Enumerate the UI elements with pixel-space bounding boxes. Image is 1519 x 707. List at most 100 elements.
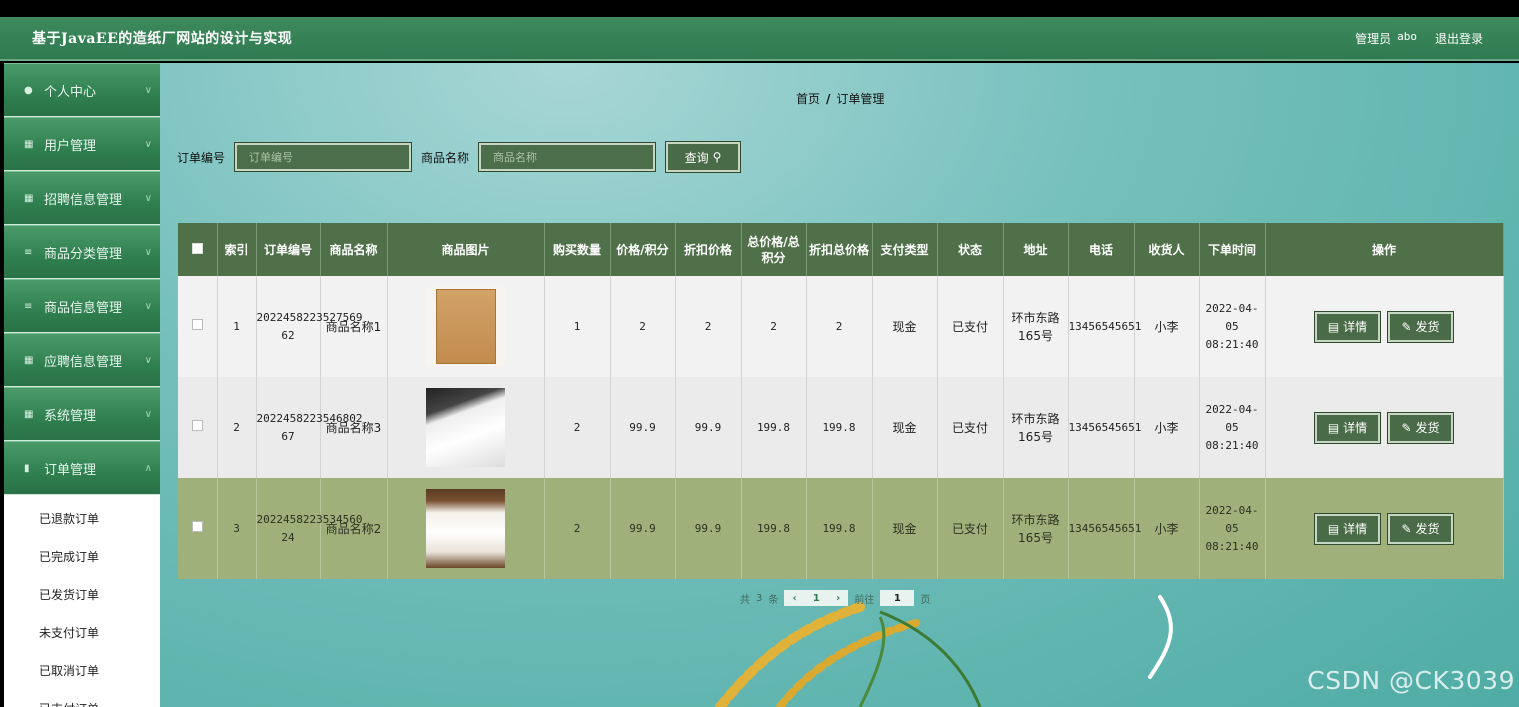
sidebar-item-label: 招聘信息管理 — [44, 192, 123, 208]
breadcrumb-home[interactable]: 首页 — [796, 92, 820, 106]
header-select-all[interactable] — [178, 223, 218, 276]
column-header: 状态 — [937, 223, 1004, 276]
pager-total-prefix: 共 — [740, 594, 750, 606]
chevron-up-icon: ∧ — [144, 462, 152, 474]
column-header: 总价格/总积分 — [741, 223, 807, 276]
column-header: 商品名称 — [320, 223, 388, 276]
product-image — [426, 287, 505, 366]
cell-price: 99.9 — [610, 478, 676, 579]
cell-time: 2022-04-05 08:21:40 — [1199, 377, 1266, 478]
row-select[interactable] — [178, 276, 218, 377]
user-role: 管理员 — [1355, 31, 1392, 46]
cell-qty: 2 — [544, 377, 611, 478]
cell-actions: ▤ 详情 ✎ 发货 — [1265, 377, 1504, 478]
cell-phone: 13456545651 — [1068, 377, 1141, 478]
pagination: 共 3 条 ‹ 1 › 前往 1 页 — [740, 590, 930, 606]
submenu-unpaid[interactable]: 未支付订单 — [4, 613, 160, 651]
checkbox[interactable] — [191, 242, 203, 254]
column-header: 索引 — [217, 223, 257, 276]
cell-pay-type: 现金 — [872, 377, 938, 478]
submenu-completed[interactable]: 已完成订单 — [4, 537, 160, 575]
cell-time: 2022-04-05 08:21:40 — [1199, 478, 1266, 579]
sidebar-item-system[interactable]: ▦ 系统管理 ∨ — [4, 387, 160, 441]
chevron-down-icon: ∨ — [144, 246, 152, 258]
cell-address: 环市东路165号 — [1003, 276, 1069, 377]
pager-goto-input[interactable]: 1 — [880, 590, 915, 606]
grid-icon: ▦ — [24, 192, 34, 204]
cell-receiver: 小李 — [1134, 276, 1200, 377]
cell-product: 商品名称3 — [320, 377, 388, 478]
chevron-down-icon: ∨ — [144, 138, 152, 150]
pager-current-page[interactable]: 1 — [813, 593, 820, 604]
detail-button[interactable]: ▤ 详情 — [1314, 310, 1381, 343]
cell-pay-type: 现金 — [872, 478, 938, 579]
chevron-down-icon: ∨ — [144, 300, 152, 312]
cell-discount: 99.9 — [675, 377, 742, 478]
next-page-icon[interactable]: › — [836, 593, 840, 604]
cell-time: 2022-04-05 08:21:40 — [1199, 276, 1266, 377]
sidebar-item-users[interactable]: ▦ 用户管理 ∨ — [4, 117, 160, 171]
sidebar-item-orders[interactable]: ▮ 订单管理 ∧ — [4, 441, 160, 495]
detail-button[interactable]: ▤ 详情 — [1314, 411, 1381, 444]
sidebar-item-recruitment[interactable]: ▦ 招聘信息管理 ∨ — [4, 171, 160, 225]
submenu-shipped[interactable]: 已发货订单 — [4, 575, 160, 613]
ship-button-label: 发货 — [1415, 420, 1440, 435]
column-header: 商品图片 — [387, 223, 545, 276]
sidebar-item-label: 系统管理 — [44, 408, 97, 424]
cell-status: 已支付 — [937, 478, 1004, 579]
detail-button-label: 详情 — [1343, 420, 1368, 435]
column-header: 折扣总价格 — [806, 223, 873, 276]
app-title: 基于JavaEE的造纸厂网站的设计与实现 — [32, 31, 293, 47]
checkbox[interactable] — [191, 318, 203, 330]
prev-page-icon[interactable]: ‹ — [793, 593, 797, 604]
watermark: CSDN @CK3039 — [1307, 666, 1515, 695]
header-actions: 管理员 abo 退出登录 — [1355, 30, 1483, 47]
table-row: 2 2022458223546802 67 商品名称3 2 99.9 99.9 … — [178, 377, 1504, 478]
ship-button[interactable]: ✎ 发货 — [1387, 310, 1454, 343]
logout-link[interactable]: 退出登录 — [1435, 30, 1483, 47]
cell-status: 已支付 — [937, 276, 1004, 377]
edit-icon: ✎ — [1401, 319, 1412, 334]
cell-actions: ▤ 详情 ✎ 发货 — [1265, 276, 1504, 377]
table-row: 1 2022458223527569 62 商品名称1 1 2 2 2 2 现金… — [178, 276, 1504, 377]
product-name-input[interactable]: 商品名称 — [478, 142, 657, 172]
sidebar-item-profile[interactable]: ● 个人中心 ∨ — [4, 63, 160, 117]
sidebar-item-product-info[interactable]: ≡ 商品信息管理 ∨ — [4, 279, 160, 333]
sidebar-item-label: 商品信息管理 — [44, 300, 123, 316]
submenu-cancelled[interactable]: 已取消订单 — [4, 651, 160, 689]
cell-index: 3 — [217, 478, 257, 579]
cell-discount-total: 199.8 — [806, 478, 873, 579]
cell-order-no: 2022458223534560 24 — [256, 478, 362, 579]
search-icon: ⚲ — [712, 150, 722, 164]
sidebar-item-product-category[interactable]: ≡ 商品分类管理 ∨ — [4, 225, 160, 279]
ship-button[interactable]: ✎ 发货 — [1387, 411, 1454, 444]
sidebar-item-application[interactable]: ▦ 应聘信息管理 ∨ — [4, 333, 160, 387]
cell-phone: 13456545651 — [1068, 478, 1141, 579]
grid-icon: ▦ — [24, 354, 34, 366]
list-icon: ≡ — [24, 246, 33, 258]
pager-total: 3 — [756, 592, 763, 604]
detail-button-label: 详情 — [1343, 319, 1368, 334]
pager-controls: ‹ 1 › — [784, 590, 849, 606]
detail-button[interactable]: ▤ 详情 — [1314, 512, 1381, 545]
search-button[interactable]: 查询 ⚲ — [665, 141, 742, 173]
submenu-refunded[interactable]: 已退款订单 — [4, 499, 160, 537]
checkbox[interactable] — [191, 419, 203, 431]
cell-phone: 13456545651 — [1068, 276, 1141, 377]
row-select[interactable] — [178, 478, 218, 579]
sidebar-item-label: 用户管理 — [44, 138, 97, 154]
pager-total-suffix: 条 — [768, 594, 779, 606]
column-header: 购买数量 — [544, 223, 611, 276]
row-select[interactable] — [178, 377, 218, 478]
order-number-input[interactable]: 订单编号 — [234, 142, 413, 172]
main-content: 首页 / 订单管理 订单编号 订单编号 商品名称 商品名称 查询 ⚲ 索引 订单编号… — [160, 63, 1519, 707]
submenu-paid[interactable]: 已支付订单 — [4, 689, 160, 707]
cell-qty: 1 — [544, 276, 611, 377]
column-header: 订单编号 — [256, 223, 321, 276]
ship-button[interactable]: ✎ 发货 — [1387, 512, 1454, 545]
cell-address: 环市东路165号 — [1003, 377, 1069, 478]
checkbox[interactable] — [191, 520, 203, 532]
breadcrumb-current: 订单管理 — [836, 92, 885, 106]
breadcrumb-separator: / — [826, 92, 831, 106]
cell-index: 2 — [217, 377, 257, 478]
